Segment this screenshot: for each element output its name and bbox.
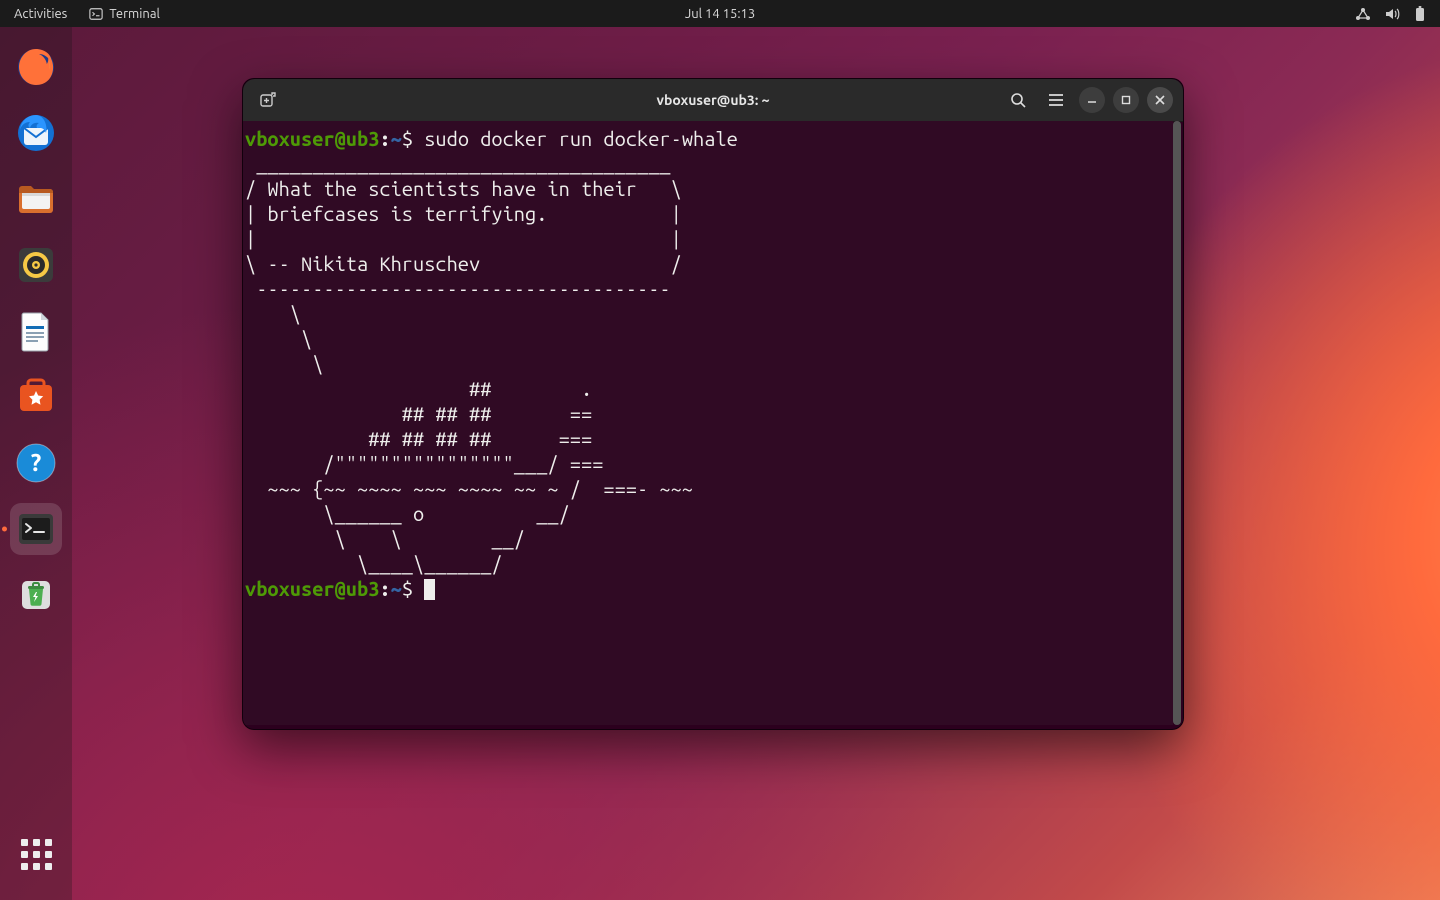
hamburger-icon [1048, 93, 1064, 107]
prompt-path: ~ [391, 127, 402, 150]
new-tab-button[interactable] [253, 85, 283, 115]
svg-text:?: ? [31, 449, 42, 476]
search-icon [1010, 92, 1027, 109]
show-applications-button[interactable] [10, 828, 62, 880]
maximize-icon [1120, 94, 1132, 106]
dock-help[interactable]: ? [10, 437, 62, 489]
trash-icon [14, 573, 58, 617]
dock-trash[interactable] [10, 569, 62, 621]
maximize-button[interactable] [1113, 87, 1139, 113]
thunderbird-icon [14, 111, 58, 155]
cursor-icon [424, 579, 435, 600]
dock-rhythmbox[interactable] [10, 239, 62, 291]
dock-thunderbird[interactable] [10, 107, 62, 159]
activities-button[interactable]: Activities [14, 7, 67, 21]
apps-grid-icon [21, 839, 52, 870]
minimize-icon [1086, 94, 1098, 106]
network-icon[interactable] [1355, 7, 1371, 21]
prompt-user: vboxuser@ub3 [245, 127, 379, 150]
dock: ? [0, 27, 72, 900]
terminal-window: vboxuser@ub3: ~ vboxuser@ub3:~$ sudo doc… [242, 78, 1184, 730]
prompt-colon: : [379, 127, 390, 150]
minimize-button[interactable] [1079, 87, 1105, 113]
hamburger-menu-button[interactable] [1041, 85, 1071, 115]
search-button[interactable] [1003, 85, 1033, 115]
command-output: _____________________________________ / … [245, 152, 693, 575]
top-bar: Activities Terminal Jul 14 15:13 [0, 0, 1440, 27]
ubuntu-software-icon [14, 375, 58, 419]
libreoffice-writer-icon [14, 309, 58, 353]
volume-icon[interactable] [1385, 7, 1400, 21]
dock-terminal[interactable] [10, 503, 62, 555]
firefox-icon [14, 45, 58, 89]
terminal-body[interactable]: vboxuser@ub3:~$ sudo docker run docker-w… [243, 121, 1173, 725]
prompt-symbol: $ [402, 127, 413, 150]
close-button[interactable] [1147, 87, 1173, 113]
dock-libreoffice-writer[interactable] [10, 305, 62, 357]
window-title: vboxuser@ub3: ~ [657, 92, 770, 108]
rhythmbox-icon [14, 243, 58, 287]
help-icon: ? [14, 441, 58, 485]
scrollbar-thumb[interactable] [1173, 121, 1181, 725]
dock-ubuntu-software[interactable] [10, 371, 62, 423]
app-menu-label: Terminal [109, 7, 160, 21]
dock-firefox[interactable] [10, 41, 62, 93]
terminal-scrollbar[interactable] [1173, 121, 1181, 725]
app-menu[interactable]: Terminal [89, 7, 160, 21]
terminal-icon [89, 7, 103, 21]
terminal-titlebar[interactable]: vboxuser@ub3: ~ [243, 79, 1183, 122]
running-indicator-icon [2, 527, 7, 532]
command-text: sudo docker run docker-whale [424, 127, 738, 150]
terminal-app-icon [14, 507, 58, 551]
dock-files[interactable] [10, 173, 62, 225]
files-icon [14, 177, 58, 221]
close-icon [1154, 94, 1166, 106]
new-tab-icon [259, 91, 277, 109]
battery-icon[interactable] [1414, 6, 1426, 22]
prompt-user-2: vboxuser@ub3 [245, 577, 379, 600]
clock[interactable]: Jul 14 15:13 [685, 7, 755, 21]
